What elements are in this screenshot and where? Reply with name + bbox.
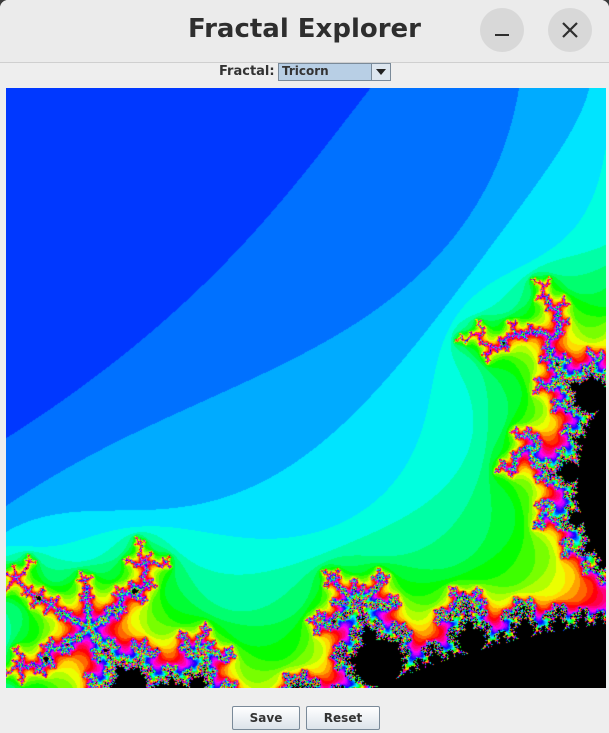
title-bar: Fractal Explorer xyxy=(0,0,609,63)
reset-button[interactable]: Reset xyxy=(306,706,380,730)
fractal-image[interactable] xyxy=(6,88,606,688)
dropdown-arrow-button[interactable] xyxy=(371,64,390,80)
close-button[interactable] xyxy=(548,8,592,52)
chevron-down-icon xyxy=(376,69,386,75)
fractal-display[interactable] xyxy=(6,88,606,688)
fractal-selected-value: Tricorn xyxy=(282,64,329,78)
fractal-select[interactable]: Tricorn xyxy=(278,63,391,81)
fractal-explorer-window: Fractal Explorer Fractal: Tricorn Save R… xyxy=(0,0,609,733)
button-panel xyxy=(0,688,609,733)
fractal-label: Fractal: xyxy=(219,64,275,79)
minimize-icon xyxy=(495,34,509,36)
minimize-button[interactable] xyxy=(480,8,524,52)
save-button[interactable]: Save xyxy=(232,706,300,730)
close-icon xyxy=(562,22,578,38)
